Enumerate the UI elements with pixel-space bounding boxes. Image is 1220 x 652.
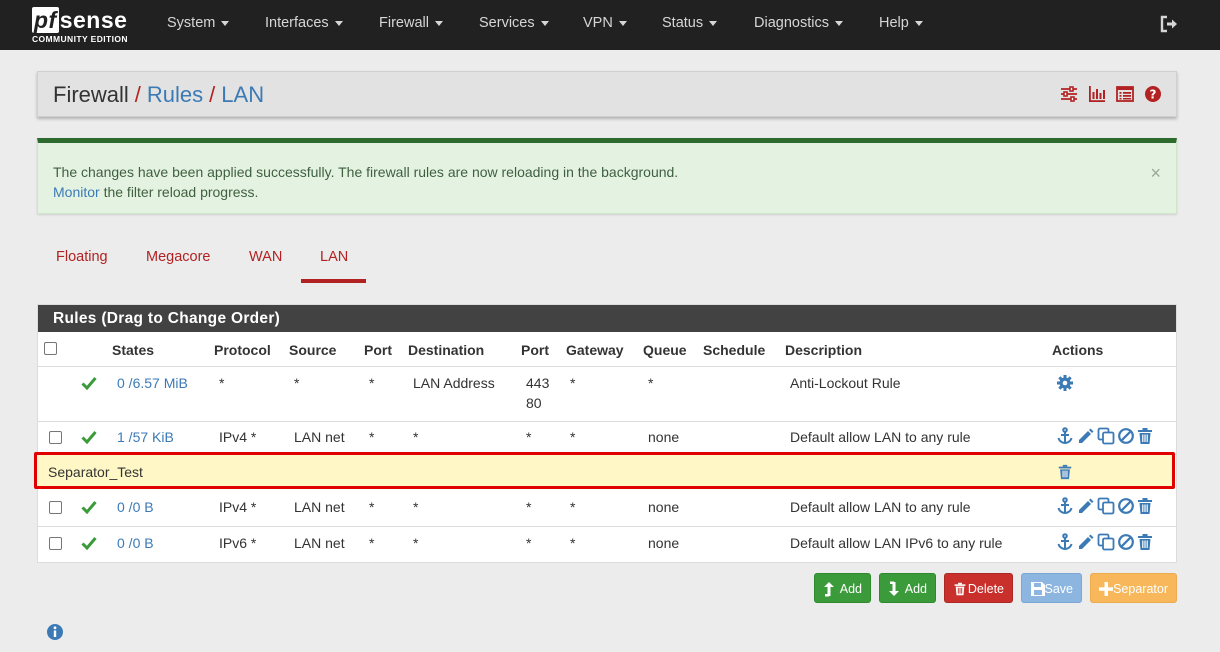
bar-chart-icon[interactable]	[1088, 85, 1106, 103]
ban-icon[interactable]	[1117, 533, 1135, 551]
caret-down-icon	[221, 20, 230, 26]
anchor-icon[interactable]	[1056, 533, 1074, 551]
breadcrumb-lan[interactable]: LAN	[221, 82, 264, 107]
check-icon	[81, 377, 97, 390]
save-button[interactable]: Save	[1021, 573, 1082, 603]
breadcrumb: Firewall / Rules / LAN	[53, 82, 264, 108]
add-rule-bottom-button[interactable]: Add	[879, 573, 936, 603]
trash-icon[interactable]	[1057, 464, 1073, 480]
column-header-destination[interactable]: Destination	[408, 342, 484, 358]
tab-wan[interactable]: WAN	[249, 249, 282, 265]
add-rule-top-button[interactable]: Add	[814, 573, 871, 603]
sign-out-icon[interactable]	[1159, 14, 1179, 34]
breadcrumb-rules[interactable]: Rules	[147, 82, 203, 107]
nav-diagnostics[interactable]: Diagnostics	[754, 15, 843, 31]
list-alt-icon[interactable]	[1116, 85, 1134, 103]
breadcrumb-panel: Firewall / Rules / LAN ?	[37, 71, 1177, 117]
nav-status[interactable]: Status	[662, 15, 718, 31]
close-icon[interactable]: ×	[1150, 163, 1161, 184]
active-tab-indicator	[301, 279, 366, 283]
check-icon	[81, 537, 97, 550]
nav-vpn[interactable]: VPN	[583, 15, 627, 31]
nav-system[interactable]: System	[167, 15, 230, 31]
pencil-icon[interactable]	[1077, 497, 1095, 515]
tab-lan[interactable]: LAN	[320, 249, 348, 265]
separator-label: Separator_Test	[48, 464, 143, 480]
rules-panel-title: Rules (Drag to Change Order)	[38, 305, 1176, 332]
nav-interfaces[interactable]: Interfaces	[265, 15, 343, 31]
anchor-icon[interactable]	[1056, 497, 1074, 515]
breadcrumb-separator: /	[209, 82, 216, 107]
caret-down-icon	[434, 20, 443, 26]
nav-help[interactable]: Help	[879, 15, 923, 31]
nav-services[interactable]: Services	[479, 15, 549, 31]
pfsense-logo[interactable]: pf sense COMMUNITY EDITION	[32, 7, 142, 45]
plus-icon	[1099, 582, 1113, 596]
level-down-icon	[889, 581, 899, 596]
question-circle-icon[interactable]: ?	[1144, 85, 1162, 103]
separator-row[interactable]: Separator_Test	[34, 452, 1175, 489]
breadcrumb-separator: /	[134, 82, 141, 107]
tab-megacore[interactable]: Megacore	[146, 249, 210, 265]
row-checkbox[interactable]	[49, 431, 62, 444]
add-separator-button[interactable]: Separator	[1090, 573, 1177, 603]
copy-icon[interactable]	[1097, 427, 1115, 445]
column-header-gateway[interactable]: Gateway	[566, 342, 624, 358]
column-header-source-port[interactable]: Port	[364, 342, 392, 358]
pencil-icon[interactable]	[1077, 533, 1095, 551]
breadcrumb-actions: ?	[1060, 85, 1162, 103]
ban-icon[interactable]	[1117, 497, 1135, 515]
column-header-destination-port[interactable]: Port	[521, 342, 549, 358]
copy-icon[interactable]	[1097, 533, 1115, 551]
ban-icon[interactable]	[1117, 427, 1135, 445]
gear-icon[interactable]	[1056, 374, 1074, 392]
column-header-schedule[interactable]: Schedule	[703, 342, 765, 358]
trash-icon	[954, 582, 966, 596]
check-icon	[81, 431, 97, 444]
caret-down-icon	[834, 20, 843, 26]
column-header-source[interactable]: Source	[289, 342, 336, 358]
monitor-link[interactable]: Monitor	[53, 184, 100, 200]
caret-down-icon	[618, 20, 627, 26]
info-circle-icon[interactable]	[46, 623, 64, 641]
row-checkbox[interactable]	[49, 537, 62, 550]
column-header-protocol[interactable]: Protocol	[214, 342, 271, 358]
caret-down-icon	[709, 20, 718, 26]
pencil-icon[interactable]	[1077, 427, 1095, 445]
copy-icon[interactable]	[1097, 497, 1115, 515]
check-icon	[81, 501, 97, 514]
trash-icon[interactable]	[1136, 497, 1154, 515]
nav-firewall[interactable]: Firewall	[379, 15, 443, 31]
alert-message: The changes have been applied successful…	[53, 164, 679, 180]
caret-down-icon	[540, 20, 549, 26]
tab-floating[interactable]: Floating	[56, 249, 108, 265]
rules-panel: Rules (Drag to Change Order) States Prot…	[37, 304, 1177, 563]
trash-icon[interactable]	[1136, 533, 1154, 551]
breadcrumb-firewall: Firewall	[53, 82, 129, 107]
column-header-states[interactable]: States	[112, 342, 154, 358]
anchor-icon[interactable]	[1056, 427, 1074, 445]
trash-icon[interactable]	[1136, 427, 1154, 445]
caret-down-icon	[334, 20, 343, 26]
column-header-description[interactable]: Description	[785, 342, 862, 358]
top-navbar: pf sense COMMUNITY EDITION System Interfa…	[0, 0, 1220, 50]
sliders-icon[interactable]	[1060, 85, 1078, 103]
level-up-icon	[824, 582, 834, 597]
delete-button[interactable]: Delete	[944, 573, 1013, 603]
column-header-actions: Actions	[1052, 342, 1104, 358]
select-all-checkbox[interactable]	[44, 342, 57, 355]
caret-down-icon	[914, 20, 923, 26]
row-checkbox[interactable]	[49, 501, 62, 514]
svg-text:?: ?	[1150, 88, 1157, 102]
column-header-queue[interactable]: Queue	[643, 342, 687, 358]
success-alert: The changes have been applied successful…	[37, 138, 1177, 214]
